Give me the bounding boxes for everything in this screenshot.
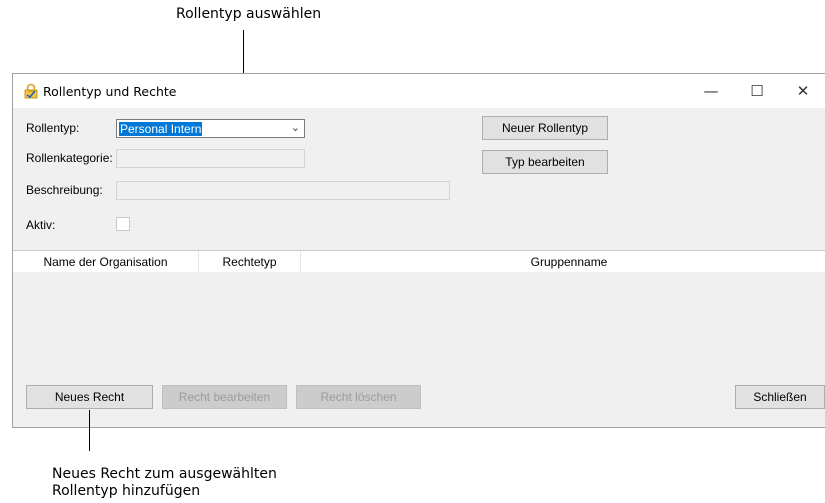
annotation-add-right: Neues Recht zum ausgewählten Rollentyp h… (52, 466, 277, 500)
beschreibung-field[interactable] (116, 181, 450, 200)
window-title: Rollentyp und Rechte (43, 84, 177, 99)
new-right-button[interactable]: Neues Recht (26, 385, 153, 409)
beschreibung-label: Beschreibung: (26, 183, 103, 197)
minimize-button[interactable]: — (688, 74, 734, 108)
app-key-icon (24, 83, 38, 99)
annotation-add-right-line1: Neues Recht zum ausgewählten (52, 466, 277, 482)
close-window-button[interactable]: ✕ (780, 74, 825, 108)
column-header-organisation[interactable]: Name der Organisation (13, 251, 199, 272)
delete-right-button[interactable]: Recht löschen (296, 385, 421, 409)
column-header-rechtetyp[interactable]: Rechtetyp (199, 251, 301, 272)
chevron-down-icon: ⌄ (290, 121, 300, 134)
annotation-line-bottom (89, 410, 90, 451)
rollentyp-select[interactable]: Personal Intern ⌄ (116, 119, 305, 138)
rollentyp-selected-value: Personal Intern (119, 122, 203, 136)
edit-right-button[interactable]: Recht bearbeiten (162, 385, 287, 409)
title-bar: Rollentyp und Rechte — ☐ ✕ (13, 74, 825, 108)
rights-grid: Name der Organisation Rechtetyp Gruppenn… (13, 250, 825, 376)
edit-type-button[interactable]: Typ bearbeiten (482, 150, 608, 174)
aktiv-checkbox[interactable] (116, 217, 130, 231)
rollenkategorie-field[interactable] (116, 149, 305, 168)
annotation-add-right-line2: Rollentyp hinzufügen (52, 483, 201, 499)
rollentyp-label: Rollentyp: (26, 121, 80, 135)
maximize-button[interactable]: ☐ (734, 74, 780, 108)
grid-header: Name der Organisation Rechtetyp Gruppenn… (13, 251, 825, 272)
annotation-select-role-type: Rollentyp auswählen (176, 6, 322, 22)
aktiv-label: Aktiv: (26, 218, 56, 232)
new-role-type-button[interactable]: Neuer Rollentyp (482, 116, 608, 140)
role-type-window: Rollentyp und Rechte — ☐ ✕ Rollentyp: Pe… (12, 73, 825, 428)
rollenkategorie-label: Rollenkategorie: (26, 151, 113, 165)
close-button[interactable]: Schließen (735, 385, 825, 409)
column-header-gruppenname[interactable]: Gruppenname (301, 251, 825, 272)
